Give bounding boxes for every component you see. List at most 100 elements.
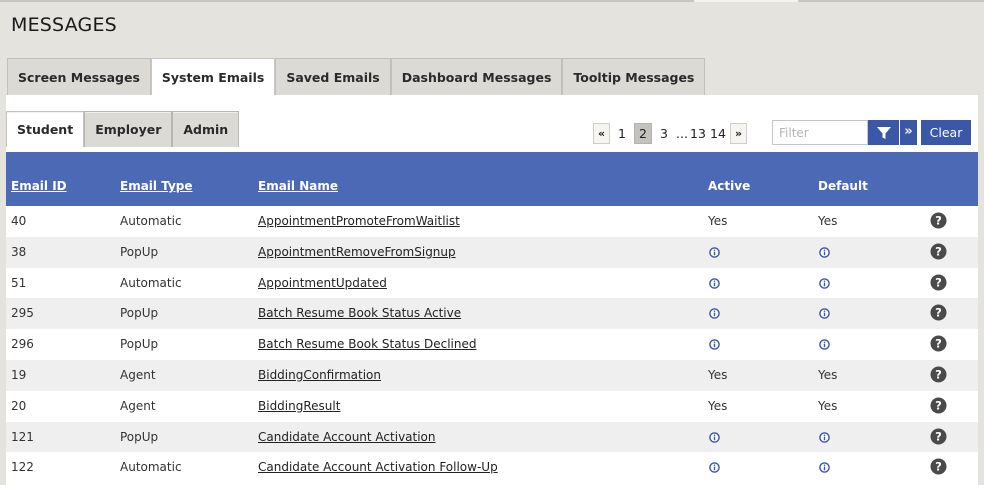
col-header-email-name[interactable]: Email Name — [258, 179, 338, 193]
email-id-cell: 296 — [11, 337, 34, 352]
filter-expand-button[interactable]: » — [900, 120, 917, 145]
svg-text:?: ? — [935, 306, 942, 320]
active-cell: Yes — [708, 214, 728, 228]
info-icon[interactable] — [819, 339, 830, 350]
help-icon[interactable]: ? — [930, 212, 947, 229]
table-row: 296 PopUp Batch Resume Book Status Decline… — [6, 329, 978, 360]
svg-text:?: ? — [935, 244, 942, 258]
email-name-link[interactable]: AppointmentRemoveFromSignup — [258, 245, 456, 259]
content-panel: Student Employer Admin « 1 2 3 ... 13 14… — [6, 95, 978, 485]
help-icon[interactable]: ? — [930, 366, 947, 383]
table-row: 19 Agent BiddingConfirmation Yes Yes? — [6, 359, 978, 391]
email-name-link[interactable]: BiddingResult — [258, 399, 340, 413]
email-type-cell: Automatic — [120, 214, 182, 228]
info-icon[interactable] — [819, 462, 830, 474]
help-icon[interactable]: ? — [930, 304, 947, 321]
info-icon[interactable] — [709, 339, 720, 350]
email-type-cell: PopUp — [120, 429, 159, 444]
email-id-cell: 40 — [11, 214, 27, 228]
email-type-cell: Automatic — [120, 275, 182, 290]
active-cell: Yes — [708, 398, 728, 413]
info-icon[interactable] — [819, 246, 830, 258]
svg-text:?: ? — [935, 275, 942, 289]
table-row: 38 PopUp AppointmentRemoveFromSignup? — [6, 236, 978, 268]
page-link-1[interactable]: 1 — [614, 124, 630, 143]
help-icon[interactable]: ? — [930, 243, 947, 260]
email-name-link[interactable]: Batch Resume Book Status Active — [258, 306, 461, 320]
tab-tooltip-messages[interactable]: Tooltip Messages — [562, 58, 706, 95]
table-row: 122 Automatic Candidate Account Activation… — [6, 452, 978, 483]
email-type-cell: Agent — [120, 398, 156, 413]
info-icon[interactable] — [709, 246, 720, 258]
col-header-active: Active — [708, 179, 751, 193]
svg-text:?: ? — [935, 398, 942, 412]
tab-screen-messages[interactable]: Screen Messages — [7, 58, 151, 95]
clear-button[interactable]: Clear — [921, 120, 971, 145]
email-type-cell: Agent — [120, 367, 156, 382]
svg-text:?: ? — [935, 368, 942, 382]
page-link-13[interactable]: 13 — [690, 124, 706, 143]
email-name-link[interactable]: BiddingConfirmation — [258, 368, 381, 382]
svg-text:?: ? — [935, 460, 942, 474]
email-name-link[interactable]: Batch Resume Book Status Declined — [258, 337, 476, 351]
help-icon[interactable]: ? — [930, 397, 947, 414]
email-id-cell: 38 — [11, 244, 27, 259]
email-name-link[interactable]: AppointmentPromoteFromWaitlist — [258, 214, 460, 228]
email-name-link[interactable]: Candidate Account Activation Follow-Up — [258, 460, 498, 474]
table-row: 20 Agent BiddingResult Yes Yes? — [6, 391, 978, 422]
subtab-student[interactable]: Student — [6, 111, 85, 147]
info-icon[interactable] — [819, 308, 830, 320]
email-id-cell: 19 — [11, 367, 27, 382]
col-header-default: Default — [818, 179, 868, 193]
email-id-cell: 20 — [11, 398, 27, 413]
page-link-14[interactable]: 14 — [710, 124, 726, 143]
info-icon[interactable] — [709, 277, 720, 289]
svg-text:?: ? — [935, 429, 942, 443]
filter-input[interactable] — [772, 120, 868, 145]
pagination: « 1 2 3 ... 13 14 » — [593, 123, 751, 144]
tab-system-emails[interactable]: System Emails — [150, 58, 276, 96]
filter-button[interactable] — [868, 120, 899, 145]
help-icon[interactable]: ? — [930, 458, 947, 475]
info-icon[interactable] — [819, 431, 830, 443]
tab-dashboard-messages[interactable]: Dashboard Messages — [390, 58, 563, 95]
subtab-admin[interactable]: Admin — [172, 111, 240, 147]
emails-table: Email ID Email Type Email Name Active De… — [6, 152, 978, 483]
email-type-cell: PopUp — [120, 337, 159, 352]
sub-tabs: Student Employer Admin — [6, 111, 240, 147]
email-type-cell: PopUp — [120, 306, 159, 321]
col-header-email-id[interactable]: Email ID — [11, 179, 67, 193]
subtab-employer[interactable]: Employer — [84, 111, 173, 147]
help-icon[interactable]: ? — [930, 335, 947, 352]
page-link-3[interactable]: 3 — [656, 124, 672, 143]
tab-saved-emails[interactable]: Saved Emails — [275, 58, 391, 95]
email-type-cell: Automatic — [120, 460, 182, 475]
default-cell: Yes — [818, 398, 838, 413]
active-cell: Yes — [708, 367, 728, 382]
svg-text:?: ? — [935, 214, 942, 228]
table-header: Email ID Email Type Email Name Active De… — [6, 152, 978, 206]
info-icon[interactable] — [709, 431, 720, 443]
email-id-cell: 295 — [11, 306, 34, 321]
email-id-cell: 121 — [11, 429, 34, 444]
page-last-button[interactable]: » — [730, 123, 747, 144]
info-icon[interactable] — [709, 308, 720, 320]
col-header-email-type[interactable]: Email Type — [120, 179, 193, 193]
page-link-2-current[interactable]: 2 — [634, 123, 652, 144]
table-body: 40 Automatic AppointmentPromoteFromWaitlis… — [6, 206, 978, 483]
info-icon[interactable] — [709, 462, 720, 474]
default-cell: Yes — [818, 367, 838, 382]
email-id-cell: 51 — [11, 275, 27, 290]
info-icon[interactable] — [819, 277, 830, 289]
page-first-button[interactable]: « — [593, 123, 610, 144]
help-icon[interactable]: ? — [930, 274, 947, 291]
page-title: MESSAGES — [11, 14, 117, 36]
email-name-link[interactable]: Candidate Account Activation — [258, 430, 436, 444]
table-row: 40 Automatic AppointmentPromoteFromWaitlis… — [6, 206, 978, 237]
help-icon[interactable]: ? — [930, 428, 947, 445]
page-ellipsis: ... — [676, 126, 688, 141]
email-name-link[interactable]: AppointmentUpdated — [258, 276, 387, 290]
table-row: 51 Automatic AppointmentUpdated? — [6, 268, 978, 299]
table-row: 121 PopUp Candidate Account Activation? — [6, 421, 978, 453]
svg-text:?: ? — [935, 337, 942, 351]
